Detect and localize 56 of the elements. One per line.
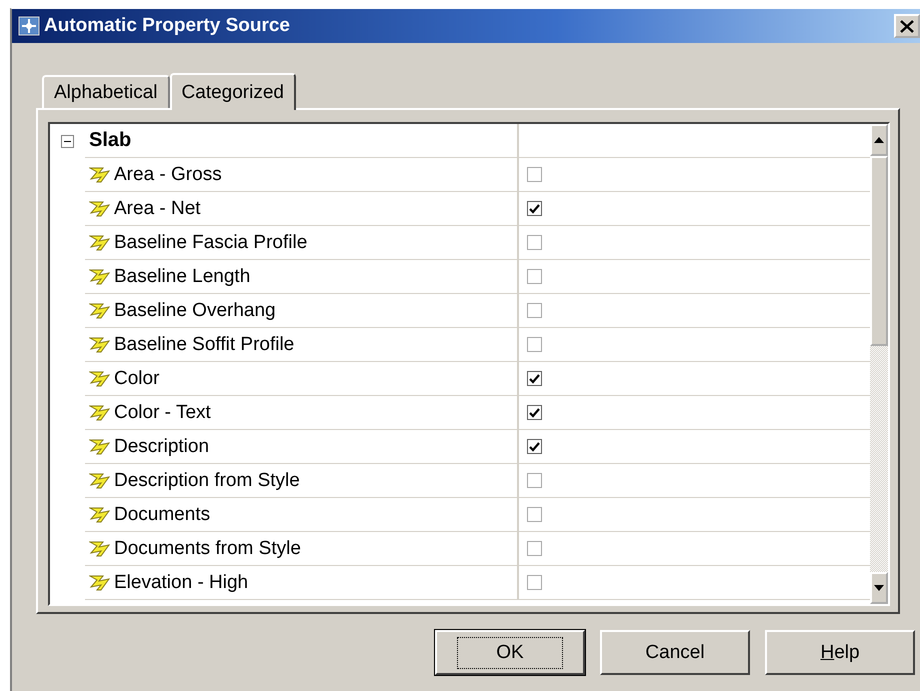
property-icon — [89, 166, 111, 182]
checkbox[interactable] — [527, 575, 542, 590]
property-name: Description — [114, 436, 210, 458]
property-icon — [89, 540, 111, 556]
scroll-thumb[interactable] — [870, 156, 888, 346]
property-name: Baseline Soffit Profile — [114, 334, 294, 356]
close-button[interactable] — [894, 14, 920, 38]
property-icon — [89, 574, 111, 590]
property-name: Baseline Fascia Profile — [114, 232, 308, 254]
property-name: Color — [114, 368, 160, 390]
checkbox[interactable] — [527, 439, 542, 454]
property-icon — [89, 438, 111, 454]
collapse-toggle[interactable] — [61, 134, 74, 148]
checkbox[interactable] — [527, 167, 542, 182]
property-name: Documents — [114, 504, 210, 526]
property-icon — [89, 404, 111, 420]
checkbox[interactable] — [527, 371, 542, 386]
property-icon — [89, 302, 111, 318]
checkbox[interactable] — [527, 303, 542, 318]
tab[interactable]: Alphabetical — [42, 75, 170, 108]
property-name: Color - Text — [114, 402, 211, 424]
property-name: Elevation - High — [114, 572, 248, 594]
property-icon — [89, 370, 111, 386]
property-name: Area - Net — [114, 198, 201, 220]
app-icon — [18, 16, 40, 36]
scroll-down-button[interactable] — [870, 572, 888, 604]
dialog-button[interactable]: Help — [765, 630, 915, 675]
checkbox[interactable] — [527, 507, 542, 522]
property-name: Baseline Length — [114, 266, 250, 288]
up-arrow-icon — [874, 137, 884, 143]
property-icon — [89, 336, 111, 352]
down-arrow-icon — [874, 585, 884, 591]
property-name: Description from Style — [114, 470, 300, 492]
checkbox[interactable] — [527, 541, 542, 556]
property-name: Area - Gross — [114, 164, 222, 186]
checkbox[interactable] — [527, 201, 542, 216]
property-name: Documents from Style — [114, 538, 301, 560]
scroll-up-button[interactable] — [870, 124, 888, 156]
dialog-button[interactable]: OK — [435, 630, 585, 675]
checkbox[interactable] — [527, 269, 542, 284]
property-icon — [89, 234, 111, 250]
checkbox[interactable] — [527, 473, 542, 488]
tab[interactable]: Categorized — [170, 73, 296, 110]
checkbox[interactable] — [527, 235, 542, 250]
property-name: Baseline Overhang — [114, 300, 276, 322]
window-title: Automatic Property Source — [44, 15, 291, 37]
property-icon — [89, 200, 111, 216]
close-icon — [900, 20, 914, 32]
checkbox[interactable] — [527, 337, 542, 352]
property-icon — [89, 506, 111, 522]
scrollbar[interactable] — [870, 124, 888, 604]
property-icon — [89, 268, 111, 284]
category-label: Slab — [89, 129, 132, 152]
dialog-button[interactable]: Cancel — [600, 630, 750, 675]
property-icon — [89, 472, 111, 488]
checkbox[interactable] — [527, 405, 542, 420]
